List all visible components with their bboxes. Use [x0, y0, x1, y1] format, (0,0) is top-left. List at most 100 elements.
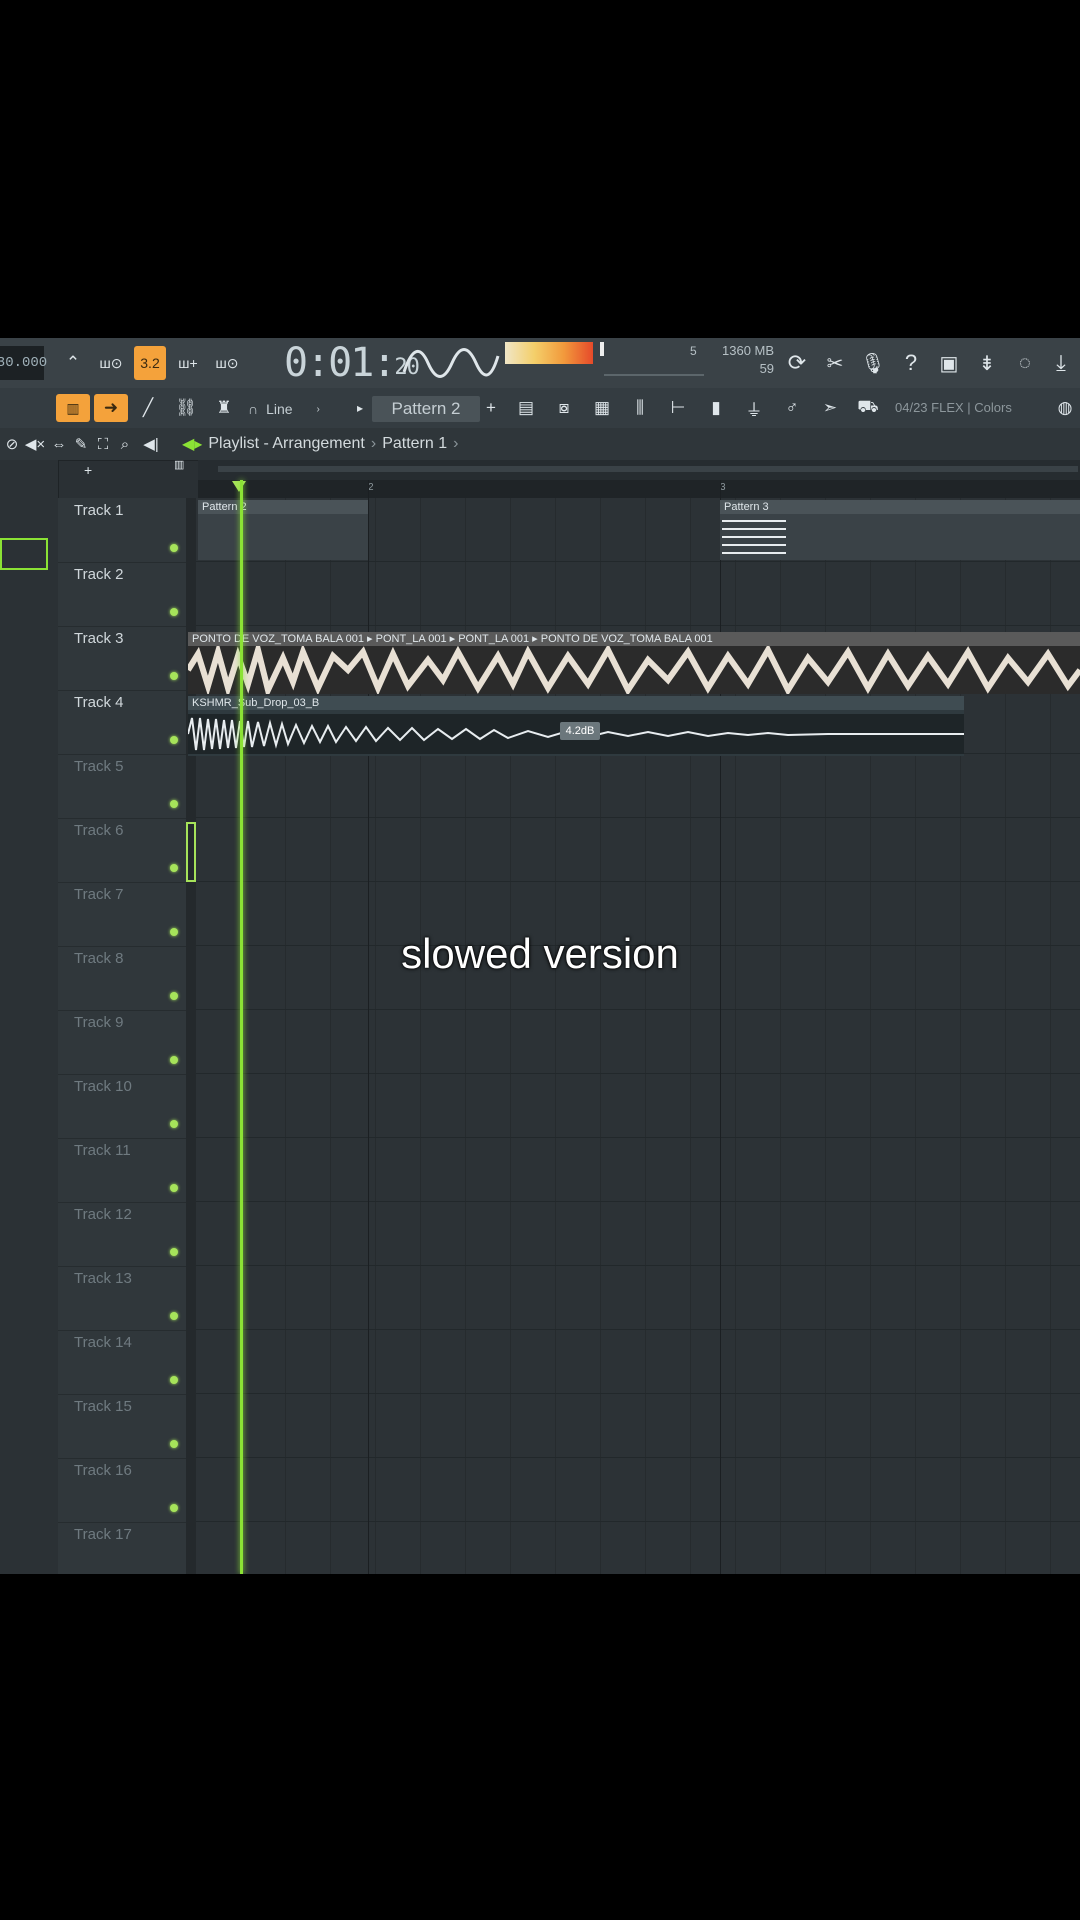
track-mute-led[interactable] [170, 1504, 178, 1512]
track-header[interactable]: Track 5 [58, 754, 186, 819]
metronome-icon[interactable]: ⌃ [58, 348, 88, 378]
piano-roll-mode-button[interactable]: ▥ [56, 394, 90, 422]
chevron-right-icon: › [316, 403, 320, 415]
track-header[interactable]: Track 9 [58, 1010, 186, 1075]
slip-icon[interactable]: ⇔ [48, 432, 70, 456]
draw-icon[interactable]: ╱ [134, 394, 162, 422]
track-label: Track 5 [74, 758, 124, 775]
track-label: Track 6 [74, 822, 124, 839]
browser-selection[interactable] [0, 538, 48, 570]
track-header[interactable]: Track 4 [58, 690, 186, 755]
track-mute-led[interactable] [170, 1056, 178, 1064]
playback-icon[interactable]: ◀| [138, 432, 164, 456]
track-header[interactable]: Track 6 [58, 818, 186, 883]
track-header[interactable]: Track 17 [58, 1522, 186, 1574]
track-mute-led[interactable] [170, 1120, 178, 1128]
reset-icon[interactable]: ⟳ [782, 348, 812, 378]
play-pattern-icon[interactable]: ▸ [352, 396, 368, 420]
cart-icon[interactable]: ⛟ [852, 394, 884, 422]
channel-rack-icon[interactable]: ▦ [586, 394, 618, 422]
clip-sub-drop[interactable]: KSHMR_Sub_Drop_03_B 4.2dB [187, 696, 964, 756]
tempo-tap-icon[interactable]: ♂ [776, 394, 808, 422]
playlist-overview[interactable] [198, 460, 1080, 480]
track-mute-led[interactable] [170, 1312, 178, 1320]
step-edit-icon[interactable]: ш+ [172, 348, 204, 378]
mixer-icon[interactable]: ⫼ [624, 394, 656, 422]
breadcrumb-pattern[interactable]: Pattern 1 [382, 435, 447, 453]
track-header[interactable]: Track 13 [58, 1266, 186, 1331]
track-mute-led[interactable] [170, 608, 178, 616]
piano-roll-icon[interactable]: ⧇ [548, 394, 580, 422]
track-header[interactable]: Track 16 [58, 1458, 186, 1523]
clip-pattern-3[interactable]: Pattern 3 [720, 500, 1080, 560]
loop-record-icon[interactable]: ш⊙ [210, 348, 244, 378]
browser-icon[interactable]: ⊢ [662, 394, 694, 422]
timeline-ruler[interactable]: 2 3 [198, 480, 1080, 498]
clip-vocal[interactable]: PONTO DE VOZ_TOMA BALA 001 ▸ PONT_LA 001… [188, 632, 1080, 694]
pattern-mode-button[interactable]: 3.2 [134, 346, 166, 380]
track-mute-led[interactable] [170, 672, 178, 680]
track-header-tools: + ▥ [80, 459, 190, 480]
playlist-icon[interactable]: ▤ [510, 394, 542, 422]
master-volume-handle[interactable] [600, 342, 604, 356]
vocal-waveform [188, 646, 1080, 694]
track-mute-led[interactable] [170, 544, 178, 552]
video-icon[interactable]: ➣ [814, 394, 846, 422]
microphone-icon[interactable]: 🎙 [858, 348, 888, 378]
chat-icon[interactable]: ◌ [1010, 348, 1040, 378]
selection-handle[interactable] [186, 822, 196, 882]
track-header[interactable]: Track 1 [58, 498, 186, 563]
playhead-marker-icon[interactable] [232, 481, 246, 492]
pattern-selector[interactable]: Pattern 2 [372, 396, 480, 422]
track-mute-led[interactable] [170, 1376, 178, 1384]
project-icon[interactable]: ▮ [700, 394, 732, 422]
help-icon[interactable]: ? [896, 348, 926, 378]
track-header[interactable]: Track 15 [58, 1394, 186, 1459]
breadcrumb-playlist[interactable]: Playlist - Arrangement [208, 435, 365, 453]
track-mute-led[interactable] [170, 736, 178, 744]
save-icon[interactable]: ▣ [934, 348, 964, 378]
clip-pattern-2[interactable]: Pattern 2 [198, 500, 368, 560]
link-icon[interactable]: ⛓ [172, 394, 200, 422]
mute-icon[interactable]: ◀× [24, 432, 46, 456]
horizontal-scrollbar[interactable] [218, 466, 1078, 472]
master-pitch-slider[interactable] [604, 374, 704, 376]
clip-label: KSHMR_Sub_Drop_03_B [188, 696, 964, 710]
record-mode-icon[interactable]: ш⊙ [94, 348, 128, 378]
track-mute-led[interactable] [170, 992, 178, 1000]
track-mute-led[interactable] [170, 1184, 178, 1192]
snap-selector[interactable]: ∩ Line › [248, 398, 336, 420]
track-header[interactable]: Track 10 [58, 1074, 186, 1139]
add-pattern-icon[interactable]: + [482, 396, 500, 420]
cut-icon[interactable]: ✂ [820, 348, 850, 378]
caption-text: slowed version [401, 930, 679, 977]
track-header[interactable]: Track 11 [58, 1138, 186, 1203]
browser-panel[interactable] [0, 460, 59, 1574]
track-header[interactable]: Track 12 [58, 1202, 186, 1267]
track-header[interactable]: Track 14 [58, 1330, 186, 1395]
add-track-icon[interactable]: + [84, 462, 92, 478]
disable-icon[interactable]: ⊘ [2, 432, 22, 456]
track-mute-led[interactable] [170, 864, 178, 872]
snap-label: Line [266, 401, 293, 417]
track-mute-led[interactable] [170, 1440, 178, 1448]
stamp-icon[interactable]: ♜ [210, 394, 238, 422]
globe-icon[interactable]: ◍ [1052, 394, 1078, 422]
zoom-icon[interactable]: ⌕ [114, 432, 136, 456]
arrow-mode-button[interactable]: ➜ [94, 394, 128, 422]
slice-icon[interactable]: ✎ [70, 432, 92, 456]
tempo-display[interactable]: 30.000 [0, 346, 47, 380]
plugin-icon[interactable]: ⏚ [738, 394, 770, 422]
track-mute-led[interactable] [170, 1248, 178, 1256]
track-label: Track 9 [74, 1014, 124, 1031]
track-header[interactable]: Track 3 [58, 626, 186, 691]
track-mute-led[interactable] [170, 800, 178, 808]
song-time-display[interactable]: 0:01:20 [284, 340, 420, 386]
track-label: Track 15 [74, 1398, 132, 1415]
select-icon[interactable]: ⛶ [92, 432, 114, 456]
download-icon[interactable]: ⤓ [1046, 348, 1076, 378]
export-icon[interactable]: ⇟ [972, 348, 1002, 378]
playhead[interactable] [240, 480, 243, 1574]
piano-icon[interactable]: ▥ [174, 458, 184, 471]
track-header[interactable]: Track 2 [58, 562, 186, 627]
